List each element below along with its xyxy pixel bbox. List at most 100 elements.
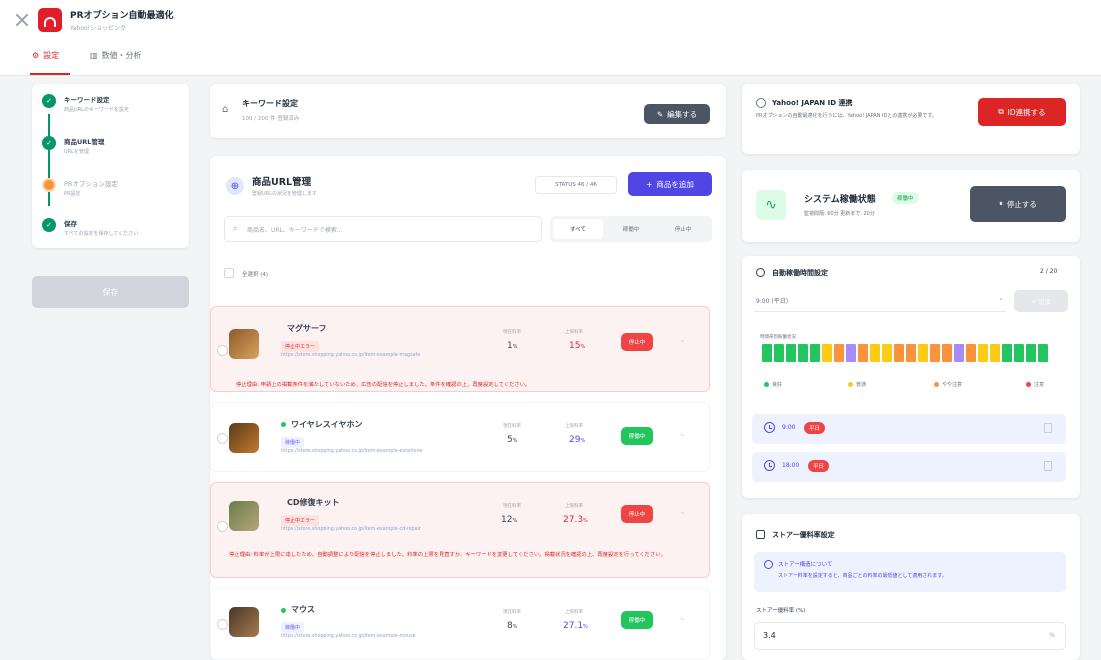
hour-cell [978,344,988,362]
row-select-radio[interactable] [217,619,228,630]
hour-cell [882,344,892,362]
hour-cell [846,344,856,362]
store-info-desc: ストアー料率を設定すると、商品ごとの料率の最低値として適用されます。 [778,573,947,579]
yahoo-link-card: Yahoo! JAPAN ID 連携 PRオプションの自動最適化を行うには、Ya… [742,84,1080,154]
product-image [229,423,259,453]
product-row[interactable]: CD修復キット 停止中エラー https://store.shopping.ya… [210,482,710,578]
add-time-button[interactable]: + 追加 [1014,290,1068,312]
current-rate: 8% [507,621,518,631]
chevron-down-icon[interactable]: ⌄ [679,335,686,344]
error-message: 停止理由: 料率が上限に達したため、自動調整により配信を停止しました。料率の上限… [229,552,666,558]
hourly-status-grid [762,344,1048,362]
app-title: PRオプション自動最適化 [70,11,174,21]
product-url[interactable]: https://store.shopping.yahoo.co.jp/item-… [281,634,416,639]
trash-icon[interactable] [1044,461,1052,471]
legend-swatch [848,382,853,387]
legend-label: 普通 [856,382,867,388]
legend-label: 注意 [1034,382,1045,388]
product-url[interactable]: https://store.shopping.yahoo.co.jp/item-… [281,353,420,358]
save-button[interactable]: 保存 [32,276,189,308]
edit-icon: ✎ [656,109,664,119]
time-select-value: 9:00 (平日) [756,298,789,305]
url-subtitle: 登録URLの状況を管理します [252,191,317,197]
schedule-time-item[interactable]: 9:00 平日 [752,414,1066,444]
status-toggle-button[interactable]: 停止中 [621,505,653,523]
step-title: 商品URL管理 [64,138,105,146]
pending-icon [42,178,56,192]
edit-keyword-button[interactable]: ✎ 編集する [644,104,710,124]
hour-cell [906,344,916,362]
tab-bar: ⚙ 設定 ▥ 数値・分析 [0,40,1101,76]
hour-cell [894,344,904,362]
step-url[interactable]: ✓ 商品URL管理 URLを管理 [42,136,104,155]
time-select[interactable]: 9:00 (平日) ⌄ [754,290,1006,312]
gear-icon: ⚙ [32,51,40,60]
activity-icon: ∿ [756,190,786,220]
schedule-title: 自動稼働時間設定 [772,269,828,277]
status-toggle-button[interactable]: 稼働中 [621,611,653,629]
chevron-down-icon[interactable]: ⌄ [679,613,686,622]
filter-stopped[interactable]: 停止中 [658,219,708,239]
legend-swatch [934,382,939,387]
stop-system-button[interactable]: ⏸ 停止する [970,186,1066,222]
step-desc: PR設定 [64,191,81,197]
current-rate: 1% [507,341,518,351]
product-row[interactable]: マウス 稼働中 https://store.shopping.yahoo.co.… [210,588,710,660]
step-desc: URLを管理 [64,149,89,155]
system-title: システム稼働状態 [804,195,876,205]
store-title: ストアー優料率設定 [772,531,835,539]
chevron-down-icon[interactable]: ⌄ [679,507,686,516]
title-bar: PRオプション自動最適化 Yahoo!ショッピング [0,0,1101,40]
hour-cell [990,344,1000,362]
filter-all[interactable]: すべて [553,219,603,239]
step-title: キーワード設定 [64,96,110,104]
row-select-radio[interactable] [217,433,228,444]
product-url[interactable]: https://store.shopping.yahoo.co.jp/item-… [281,449,422,454]
store-rate-value: 3.4 [763,631,776,640]
globe-icon: ⊕ [226,177,244,195]
store-info-box: ストアー構造について ストアー料率を設定すると、商品ごとの料率の最低値として適用… [754,552,1066,592]
tab-analytics-label: 数値・分析 [101,51,142,60]
link-yahoo-label: ID連携する [1007,107,1046,117]
status-dot [281,608,286,613]
row-select-radio[interactable] [217,345,228,356]
close-icon[interactable] [14,12,30,28]
step-keyword[interactable]: ✓ キーワード設定 商品URLのキーワードを設定 [42,94,129,113]
status-dot [281,422,286,427]
hour-cell [858,344,868,362]
row-select-radio[interactable] [217,521,228,532]
hour-cell [942,344,952,362]
plus-icon: + [646,179,653,189]
legend-caution: やや注意 [934,381,962,388]
max-rate-label: 上限料率 [565,504,583,509]
step-save[interactable]: ✓ 保存 すべての設定を保存してください [42,218,138,237]
schedule-time-item[interactable]: 18:00 平日 [752,452,1066,482]
tag-icon: ⌂ [222,104,229,115]
add-product-button[interactable]: + 商品を追加 [628,172,712,196]
product-url[interactable]: https://store.shopping.yahoo.co.jp/item-… [281,527,421,532]
chevron-down-icon[interactable]: ⌄ [679,429,686,438]
store-rate-input[interactable]: 3.4 % [754,622,1066,650]
trash-icon[interactable] [1044,423,1052,433]
filter-active[interactable]: 稼働中 [606,219,656,239]
tab-settings[interactable]: ⚙ 設定 [32,50,59,61]
hour-cell [1038,344,1048,362]
select-all-label: 全選択 (4) [242,272,269,278]
hour-cell [954,344,964,362]
max-rate-label: 上限料率 [565,424,583,429]
hour-cell [810,344,820,362]
product-row[interactable]: ワイヤレスイヤホン 稼働中 https://store.shopping.yah… [210,402,710,472]
status-toggle-button[interactable]: 稼働中 [621,427,653,445]
check-icon: ✓ [42,218,56,232]
search-input[interactable]: ⌕ 商品名、URL、キーワードで検索... [224,216,542,242]
hour-cell [1014,344,1024,362]
link-yahoo-button[interactable]: ⧉ ID連携する [978,98,1066,126]
status-toggle-button[interactable]: 停止中 [621,333,653,351]
step-pr[interactable]: PRオプション設定 PR設定 [42,178,118,197]
tab-analytics[interactable]: ▥ 数値・分析 [90,50,142,61]
keyword-title: キーワード設定 [242,99,298,108]
hour-cell [774,344,784,362]
legend-label: やや注意 [942,382,963,388]
select-all-checkbox[interactable] [224,268,234,278]
chart-icon: ▥ [90,51,98,60]
